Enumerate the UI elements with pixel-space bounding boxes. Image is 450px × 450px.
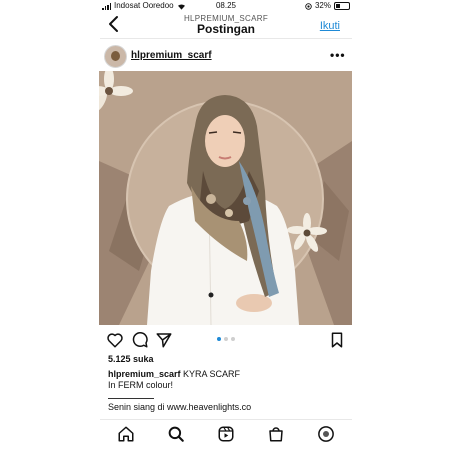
bookmark-icon[interactable]	[328, 331, 346, 349]
carousel-indicator	[217, 337, 235, 341]
comment-icon[interactable]	[131, 331, 149, 349]
follow-button[interactable]: Ikuti	[320, 20, 340, 32]
status-right: 32%	[305, 0, 350, 12]
page-title: Postingan	[196, 22, 255, 36]
caption-line-1: hlpremium_scarf KYRA SCARF	[108, 369, 240, 379]
location-icon	[305, 2, 312, 10]
heart-icon[interactable]	[106, 331, 124, 349]
caption-username[interactable]: hlpremium_scarf	[108, 369, 181, 379]
caption-line-3: Senin siang di www.heavenlights.co	[108, 402, 252, 412]
post-photo-art	[99, 71, 352, 325]
carousel-dot	[224, 337, 228, 341]
post-image[interactable]	[99, 71, 352, 325]
more-horizontal-icon[interactable]: •••	[330, 48, 346, 62]
battery-icon	[334, 2, 350, 10]
home-icon[interactable]	[117, 425, 135, 443]
search-icon[interactable]	[167, 425, 185, 443]
carousel-dot	[231, 337, 235, 341]
header-divider	[100, 38, 352, 39]
bottom-nav	[100, 420, 352, 450]
battery-percent: 32%	[314, 1, 331, 10]
shop-icon[interactable]	[267, 425, 285, 443]
profile-icon[interactable]	[317, 425, 335, 443]
caption-divider	[108, 398, 154, 399]
send-icon[interactable]	[155, 331, 173, 349]
reels-icon[interactable]	[217, 425, 235, 443]
likes-count[interactable]: 5.125 suka	[108, 354, 154, 364]
avatar[interactable]	[104, 45, 127, 68]
caption-text: KYRA SCARF	[180, 369, 241, 379]
status-bar: Indosat Ooredoo 08.25 32%	[100, 0, 352, 12]
carousel-dot-active	[217, 337, 221, 341]
caption-line-2: In FERM colour!	[108, 380, 174, 390]
post-username[interactable]: hlpremium_scarf	[131, 50, 212, 61]
